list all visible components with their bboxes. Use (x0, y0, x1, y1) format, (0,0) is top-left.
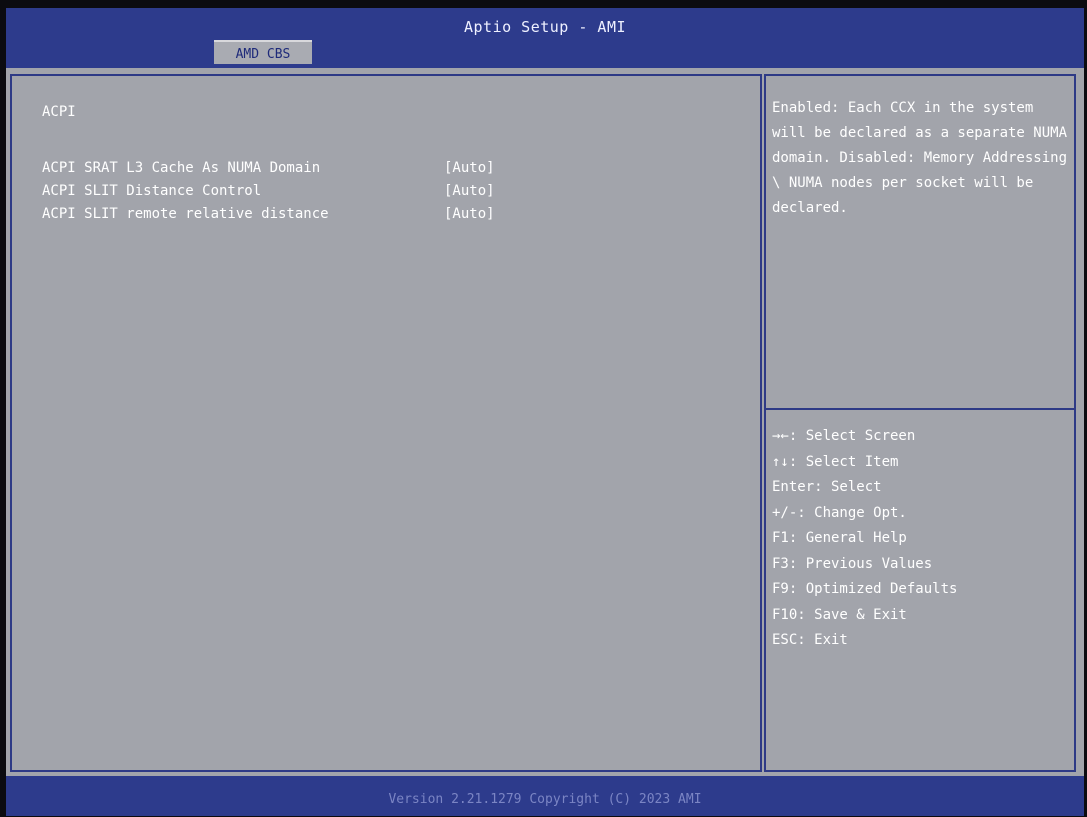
header-bar: Aptio Setup - AMI AMD CBS (6, 8, 1084, 66)
setting-acpi-srat-l3-cache[interactable]: ACPI SRAT L3 Cache As NUMA Domain [Auto] (42, 160, 562, 182)
key-previous-values: F3: Previous Values (772, 555, 933, 572)
bios-screen: Aptio Setup - AMI AMD CBS ACPI ACPI SRAT… (6, 8, 1084, 816)
settings-panel: ACPI ACPI SRAT L3 Cache As NUMA Domain [… (10, 74, 762, 772)
setting-acpi-slit-remote-distance[interactable]: ACPI SLIT remote relative distance [Auto… (42, 206, 562, 228)
setting-acpi-slit-distance-control[interactable]: ACPI SLIT Distance Control [Auto] (42, 183, 562, 205)
help-divider (766, 408, 1074, 410)
help-description: Enabled: Each CCX in the system will be … (772, 100, 1076, 216)
section-title: ACPI (42, 104, 76, 120)
key-legend: →←: Select Screen ↑↓: Select Item Enter:… (772, 424, 1068, 654)
key-select-screen: →←: Select Screen (772, 428, 916, 444)
setting-label: ACPI SRAT L3 Cache As NUMA Domain (42, 160, 321, 176)
tab-amd-cbs[interactable]: AMD CBS (214, 40, 312, 66)
setting-label: ACPI SLIT Distance Control (42, 183, 262, 199)
key-change-opt: +/-: Change Opt. (772, 504, 907, 521)
setting-value[interactable]: [Auto] (444, 183, 495, 199)
setting-value[interactable]: [Auto] (444, 206, 495, 222)
app-title: Aptio Setup - AMI (463, 18, 627, 36)
footer-bar: Version 2.21.1279 Copyright (C) 2023 AMI (6, 776, 1084, 816)
key-select-item: ↑↓: Select Item (772, 453, 899, 470)
key-enter: Enter: Select (772, 479, 882, 495)
key-save-exit: F10: Save & Exit (772, 606, 907, 623)
content-frame: ACPI ACPI SRAT L3 Cache As NUMA Domain [… (6, 64, 1084, 776)
key-optimized-defaults: F9: Optimized Defaults (772, 581, 958, 597)
key-exit: ESC: Exit (772, 632, 848, 648)
help-panel: Enabled: Each CCX in the system will be … (764, 74, 1076, 772)
setting-value[interactable]: [Auto] (444, 160, 495, 176)
version-text: Version 2.21.1279 Copyright (C) 2023 AMI (388, 792, 702, 807)
setting-label: ACPI SLIT remote relative distance (42, 206, 329, 222)
key-general-help: F1: General Help (772, 530, 907, 546)
